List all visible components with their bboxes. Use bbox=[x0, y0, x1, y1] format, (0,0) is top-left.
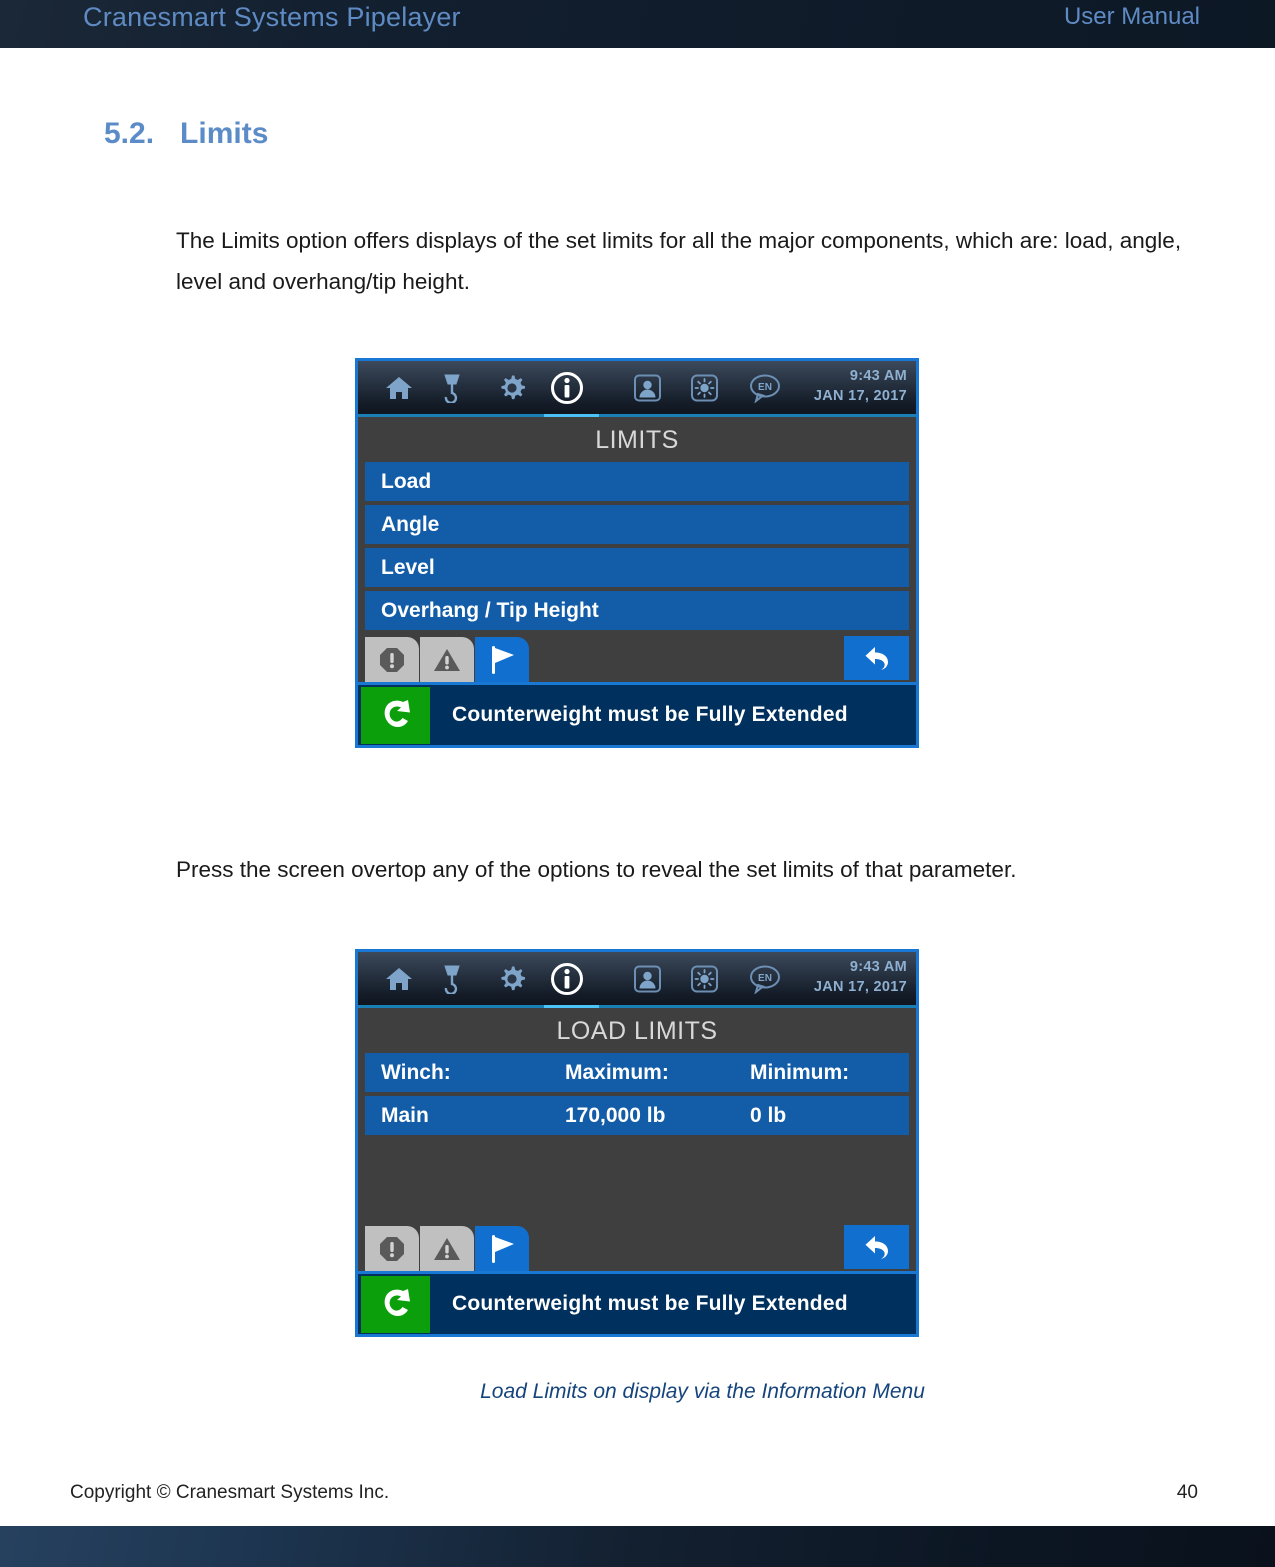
gear-icon[interactable] bbox=[498, 374, 526, 402]
toolbar-date: JAN 17, 2017 bbox=[813, 388, 907, 404]
back-arrow-icon bbox=[865, 1236, 888, 1259]
back-arrow-icon bbox=[865, 647, 888, 670]
menu-item-overhang-tip-height[interactable]: Overhang / Tip Height bbox=[365, 591, 909, 630]
active-tab-indicator bbox=[544, 1005, 599, 1008]
footer-copyright: Copyright © Cranesmart Systems Inc. bbox=[70, 1482, 390, 1503]
device-content-2: LOAD LIMITS Winch: Maximum: Minimum: Mai… bbox=[358, 1008, 916, 1223]
user-icon[interactable] bbox=[633, 964, 662, 993]
home-icon[interactable] bbox=[385, 966, 413, 992]
user-icon[interactable] bbox=[633, 373, 662, 402]
language-code-text: EN bbox=[758, 382, 772, 393]
device-screenshot-load-limits: EN 9:43 AM JAN 17, 2017 LOAD LIMITS Winc… bbox=[355, 949, 919, 1337]
toolbar-datetime: 9:43 AM JAN 17, 2017 bbox=[814, 957, 907, 997]
manual-title: Cranesmart Systems Pipelayer bbox=[83, 2, 461, 32]
hook-icon[interactable] bbox=[441, 373, 463, 403]
language-icon[interactable]: EN bbox=[748, 964, 782, 994]
info-icon[interactable] bbox=[550, 371, 584, 405]
hook-icon[interactable] bbox=[441, 964, 463, 994]
back-button[interactable] bbox=[844, 1225, 909, 1269]
press-paragraph: Press the screen overtop any of the opti… bbox=[176, 857, 1017, 882]
active-tab-indicator bbox=[544, 414, 599, 417]
menu-item-level[interactable]: Level bbox=[365, 548, 909, 587]
screen-title: LIMITS bbox=[595, 426, 679, 454]
brightness-icon[interactable] bbox=[690, 373, 719, 402]
warning-triangle-icon bbox=[434, 1237, 460, 1260]
footer-page-number: 40 bbox=[1176, 1482, 1198, 1503]
page-header: Cranesmart Systems Pipelayer User Manual bbox=[0, 0, 1275, 48]
gear-icon[interactable] bbox=[498, 965, 526, 993]
figure-caption: Load Limits on display via the Informati… bbox=[480, 1380, 925, 1403]
rotate-arrow-icon bbox=[361, 1275, 430, 1333]
section-heading: 5.2. Limits bbox=[104, 117, 268, 151]
flag-icon bbox=[492, 645, 514, 674]
flag-tab[interactable] bbox=[475, 637, 529, 682]
manual-subtitle: User Manual bbox=[1063, 3, 1200, 30]
error-tab[interactable] bbox=[365, 637, 419, 682]
device-status-bar: Counterweight must be Fully Extended bbox=[358, 682, 916, 745]
warning-triangle-icon bbox=[434, 648, 460, 671]
column-header-maximum: Maximum: bbox=[565, 1061, 669, 1084]
toolbar-time: 9:43 AM bbox=[849, 959, 907, 975]
device-content: LIMITS Load Angle Level Overhang / Tip H… bbox=[358, 417, 916, 630]
warning-tab[interactable] bbox=[420, 637, 474, 682]
cell-winch-name: Main bbox=[381, 1104, 429, 1127]
flag-icon bbox=[492, 1234, 514, 1263]
device-status-bar-2: Counterweight must be Fully Extended bbox=[358, 1271, 916, 1334]
cell-maximum-value: 170,000 lb bbox=[565, 1104, 666, 1127]
status-message: Counterweight must be Fully Extended bbox=[452, 703, 848, 726]
error-octagon-icon bbox=[380, 1236, 404, 1261]
device-toolbar: EN 9:43 AM JAN 17, 2017 bbox=[358, 361, 916, 417]
device-tab-bar bbox=[358, 634, 916, 682]
section-number: 5.2. bbox=[104, 117, 155, 150]
error-tab[interactable] bbox=[365, 1226, 419, 1271]
rotate-arrow-icon bbox=[361, 686, 430, 744]
warning-tab[interactable] bbox=[420, 1226, 474, 1271]
home-icon[interactable] bbox=[385, 375, 413, 401]
language-icon[interactable]: EN bbox=[748, 373, 782, 403]
info-icon[interactable] bbox=[550, 962, 584, 996]
device-tab-bar-2 bbox=[358, 1223, 916, 1271]
section-title: Limits bbox=[180, 117, 269, 150]
flag-tab[interactable] bbox=[475, 1226, 529, 1271]
brightness-icon[interactable] bbox=[690, 964, 719, 993]
back-button[interactable] bbox=[844, 636, 909, 680]
intro-paragraph: The Limits option offers displays of the… bbox=[176, 228, 1182, 294]
error-octagon-icon bbox=[380, 647, 404, 672]
toolbar-time: 9:43 AM bbox=[849, 368, 907, 384]
device-toolbar-2: EN 9:43 AM JAN 17, 2017 bbox=[358, 952, 916, 1008]
menu-item-angle[interactable]: Angle bbox=[365, 505, 909, 544]
table-row[interactable]: Main 170,000 lb 0 lb bbox=[365, 1096, 909, 1135]
screen-title: LOAD LIMITS bbox=[556, 1017, 718, 1045]
svg-text:EN: EN bbox=[758, 973, 772, 984]
table-header-row: Winch: Maximum: Minimum: bbox=[365, 1053, 909, 1092]
toolbar-datetime: 9:43 AM JAN 17, 2017 bbox=[814, 366, 907, 406]
device-screenshot-limits-menu: EN 9:43 AM JAN 17, 2017 LIMITS Load Angl… bbox=[355, 358, 919, 748]
cell-minimum-value: 0 lb bbox=[750, 1104, 787, 1127]
toolbar-date: JAN 17, 2017 bbox=[813, 979, 907, 995]
menu-item-load[interactable]: Load bbox=[365, 462, 909, 501]
column-header-minimum: Minimum: bbox=[750, 1061, 850, 1084]
column-header-winch: Winch: bbox=[381, 1061, 451, 1084]
content-empty-space bbox=[365, 1139, 909, 1223]
footer-bar bbox=[0, 1526, 1275, 1567]
status-message: Counterweight must be Fully Extended bbox=[452, 1292, 848, 1315]
